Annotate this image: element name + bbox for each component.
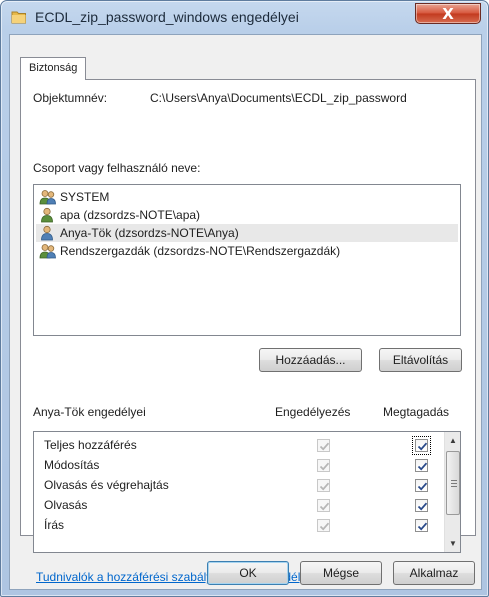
window-title: ECDL_zip_password_windows engedélyei [35, 9, 299, 25]
grip-line [451, 480, 457, 481]
permission-row: Olvasás [34, 496, 444, 516]
list-item-selected[interactable]: Anya-Tök (dzsordzs-NOTE\Anya) [36, 224, 458, 242]
folder-icon [11, 9, 27, 25]
permission-row: Írás [34, 516, 444, 536]
list-item-label: Rendszergazdák (dzsordzs-NOTE\Rendszerga… [60, 244, 341, 258]
permission-name: Teljes hozzáférés [44, 438, 137, 452]
object-name-label: Objektumnév: [33, 91, 108, 105]
cancel-button[interactable]: Mégse [300, 561, 382, 585]
title-bar[interactable]: ECDL_zip_password_windows engedélyei X [1, 1, 488, 34]
list-item-label: Anya-Tök (dzsordzs-NOTE\Anya) [60, 226, 239, 240]
remove-button[interactable]: Eltávolítás [379, 348, 462, 372]
deny-checkbox[interactable] [415, 499, 428, 512]
principals-label: Csoport vagy felhasználó neve: [33, 161, 201, 175]
list-item-label: SYSTEM [60, 190, 110, 204]
scroll-down-icon[interactable]: ▼ [445, 535, 460, 552]
user-icon [41, 207, 53, 223]
permission-name: Olvasás [44, 498, 88, 512]
principals-list[interactable]: SYSTEM apa (dzsordzs-NOTE\apa) Anya-Tök … [33, 184, 461, 336]
permission-row: Olvasás és végrehajtás [34, 476, 444, 496]
deny-checkbox[interactable] [415, 519, 428, 532]
tab-security[interactable]: Biztonság [20, 57, 87, 80]
grip-line [451, 483, 457, 484]
allow-checkbox [317, 519, 330, 532]
allow-checkbox [317, 499, 330, 512]
grip-line [451, 486, 457, 487]
permission-name: Módosítás [44, 458, 100, 472]
permissions-scrollbar[interactable]: ▲ ▼ [444, 432, 460, 552]
permissions-title: Anya-Tök engedélyei [33, 405, 146, 419]
properties-dialog: ECDL_zip_password_windows engedélyei X B… [0, 0, 489, 597]
permissions-list[interactable]: Teljes hozzáférés Módosítás Olvasás és vég… [33, 431, 461, 553]
ok-button[interactable]: OK [207, 561, 289, 585]
permission-row: Módosítás [34, 456, 444, 476]
allow-checkbox [317, 459, 330, 472]
list-item-label: apa (dzsordzs-NOTE\apa) [60, 208, 201, 222]
group-icon [39, 190, 56, 205]
dialog-body: Biztonság Objektumnév: C:\Users\Anya\Doc… [9, 34, 482, 590]
deny-checkbox[interactable] [415, 459, 428, 472]
group-icon [39, 244, 56, 259]
scroll-thumb[interactable] [446, 451, 460, 515]
deny-column-header: Megtagadás [383, 405, 450, 419]
apply-button[interactable]: Alkalmaz [393, 561, 475, 585]
add-button[interactable]: Hozzáadás... [259, 348, 362, 372]
close-button[interactable]: X [415, 3, 481, 24]
permission-name: Olvasás és végrehajtás [44, 478, 169, 492]
allow-checkbox [317, 479, 330, 492]
deny-checkbox[interactable] [415, 479, 428, 492]
list-item[interactable]: apa (dzsordzs-NOTE\apa) [36, 206, 458, 224]
list-item[interactable]: SYSTEM [36, 188, 458, 206]
permission-name: Írás [44, 518, 65, 532]
allow-checkbox [317, 439, 330, 452]
deny-checkbox[interactable] [412, 436, 431, 455]
scroll-up-icon[interactable]: ▲ [445, 432, 460, 449]
permission-row: Teljes hozzáférés [34, 436, 444, 456]
user-icon [41, 225, 53, 241]
tab-panel-security: Objektumnév: C:\Users\Anya\Documents\ECD… [20, 79, 476, 584]
close-icon: X [442, 4, 454, 23]
allow-column-header: Engedélyezés [275, 405, 351, 419]
list-item[interactable]: Rendszergazdák (dzsordzs-NOTE\Rendszerga… [36, 242, 458, 260]
object-name-value: C:\Users\Anya\Documents\ECDL_zip_passwor… [150, 91, 407, 105]
